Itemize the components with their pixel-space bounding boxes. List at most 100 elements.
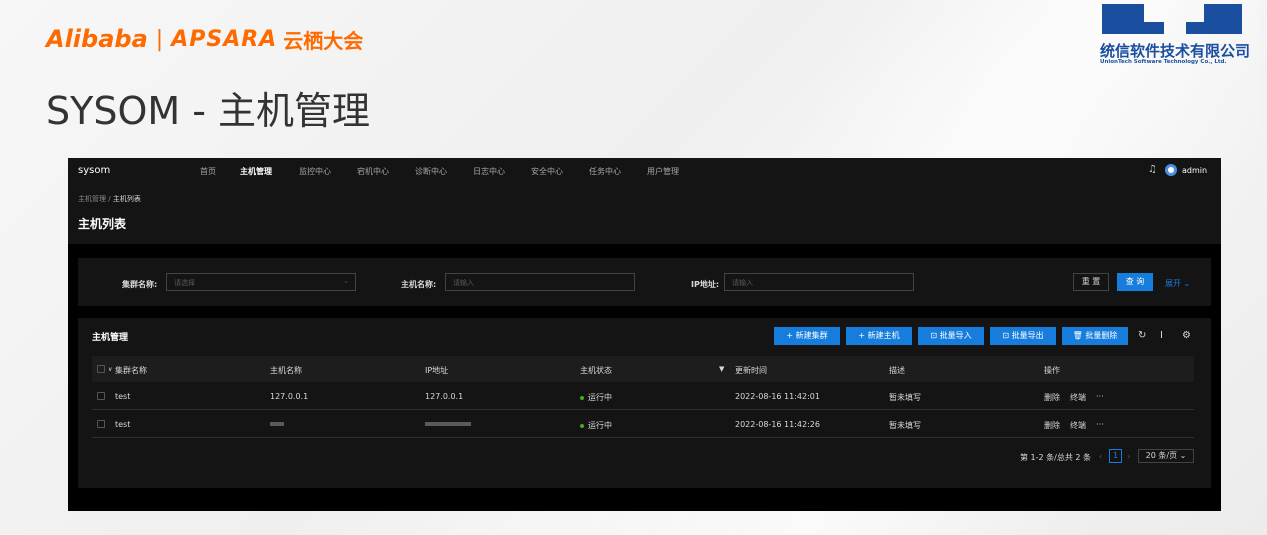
uniontech-name-en: UnionTech Software Technology Co., Ltd. — [1100, 59, 1227, 65]
status-dot — [580, 395, 584, 400]
apsara-wordmark: APSARA — [171, 26, 278, 52]
reset-button[interactable]: 重 置 — [1073, 273, 1109, 291]
breadcrumb-current: 主机列表 — [112, 195, 141, 203]
cell-cluster: test — [115, 420, 131, 429]
nav-item-users[interactable]: 用户管理 — [647, 166, 679, 177]
nav-item-tasks[interactable]: 任务中心 — [589, 166, 621, 177]
new-cluster-button[interactable]: + 新建集群 — [774, 327, 840, 345]
table-card-title: 主机管理 — [92, 333, 129, 343]
row-checkbox[interactable] — [97, 420, 105, 428]
expand-label: 展开 — [1165, 279, 1181, 288]
redacted-hostname — [270, 422, 284, 426]
nav-item-crash[interactable]: 宕机中心 — [357, 166, 389, 177]
select-all-checkbox[interactable] — [97, 365, 105, 373]
cluster-select[interactable]: 请选择 ⌄ — [166, 273, 356, 291]
batch-delete-button[interactable]: 🗑 批量删除 — [1062, 327, 1128, 345]
cell-updated: 2022-08-16 11:42:26 — [735, 420, 820, 429]
delete-link[interactable]: 删除 — [1044, 392, 1060, 403]
chevron-down-icon[interactable]: ∨ — [108, 366, 112, 373]
pagination-summary: 第 1-2 条/总共 2 条 — [1020, 453, 1092, 462]
uniontech-name-cn: 统信软件技术有限公司 — [1100, 42, 1251, 60]
prev-page-icon[interactable]: ‹ — [1099, 452, 1102, 461]
status-text: 运行中 — [588, 421, 612, 430]
nav-item-home[interactable]: 首页 — [200, 166, 216, 177]
settings-icon[interactable]: ⚙ — [1182, 330, 1191, 341]
top-navigation: sysom 首页 主机管理 监控中心 宕机中心 诊断中心 日志中心 安全中心 任… — [68, 158, 1221, 184]
slide-title: SYSOM - 主机管理 — [46, 89, 371, 133]
cluster-filter-label: 集群名称: — [122, 280, 158, 289]
ip-filter-label: IP地址: — [691, 280, 720, 289]
cell-updated: 2022-08-16 11:42:01 — [735, 392, 820, 401]
column-status: 主机状态 — [580, 366, 612, 375]
refresh-icon[interactable]: ↻ — [1138, 330, 1146, 341]
batch-import-button[interactable]: ⊡ 批量导入 — [918, 327, 984, 345]
filter-icon[interactable]: ▼ — [719, 365, 724, 373]
terminal-link[interactable]: 终端 — [1070, 420, 1086, 431]
alibaba-wordmark: Alibaba — [46, 25, 148, 53]
search-filter-card: 集群名称: 请选择 ⌄ 主机名称: 请输入 IP地址: 请输入 重 置 查 询 … — [78, 258, 1211, 306]
uniontech-logo-mark — [1102, 4, 1242, 34]
status-text: 运行中 — [588, 393, 612, 402]
terminal-link[interactable]: 终端 — [1070, 392, 1086, 403]
next-page-icon[interactable]: › — [1127, 452, 1130, 461]
table-header: ∨ 集群名称 主机名称 IP地址 主机状态 ▼ 更新时间 描述 操作 — [92, 356, 1194, 382]
nav-item-logs[interactable]: 日志中心 — [473, 166, 505, 177]
chevron-down-icon: ⌄ — [1183, 279, 1191, 288]
page-size-label: 20 条/页 — [1145, 451, 1178, 460]
more-link[interactable]: ··· — [1096, 392, 1104, 401]
page-title: 主机列表 — [78, 217, 127, 231]
table-row: test 127.0.0.1 127.0.0.1 运行中 2022-08-16 … — [92, 382, 1194, 410]
alibaba-apsara-logo: Alibaba | APSARA 云栖大会 — [46, 24, 363, 54]
density-icon[interactable]: Ⅰ — [1160, 330, 1163, 341]
cell-status: 运行中 — [580, 392, 612, 403]
redacted-ip — [425, 422, 471, 426]
hostname-input-placeholder: 请输入 — [453, 279, 474, 287]
cell-description: 暂未填写 — [889, 393, 921, 402]
batch-export-button[interactable]: ⊡ 批量导出 — [990, 327, 1056, 345]
page-size-select[interactable]: 20 条/页 ⌄ — [1138, 449, 1194, 463]
sysom-app-screenshot: sysom 首页 主机管理 监控中心 宕机中心 诊断中心 日志中心 安全中心 任… — [68, 158, 1221, 511]
column-cluster: 集群名称 — [115, 366, 147, 375]
bell-icon[interactable]: ♫ — [1148, 164, 1157, 175]
ip-input-placeholder: 请输入 — [732, 279, 753, 287]
breadcrumb: 主机管理 / 主机列表 — [78, 194, 141, 204]
cell-cluster: test — [115, 392, 131, 401]
expand-link[interactable]: 展开 ⌄ — [1165, 278, 1190, 289]
page-1-button[interactable]: 1 — [1109, 449, 1122, 463]
breadcrumb-separator: / — [108, 195, 111, 203]
username[interactable]: admin — [1182, 166, 1207, 175]
status-dot — [580, 423, 584, 428]
query-button[interactable]: 查 询 — [1117, 273, 1153, 291]
nav-item-monitor[interactable]: 监控中心 — [299, 166, 331, 177]
cell-description: 暂未填写 — [889, 421, 921, 430]
column-updated: 更新时间 — [735, 366, 767, 375]
nav-item-host-management[interactable]: 主机管理 — [240, 166, 272, 177]
breadcrumb-parent[interactable]: 主机管理 — [78, 195, 106, 203]
new-host-button[interactable]: + 新建主机 — [846, 327, 912, 345]
app-brand[interactable]: sysom — [78, 165, 110, 176]
chevron-down-icon: ⌄ — [343, 277, 349, 285]
avatar[interactable] — [1165, 164, 1177, 176]
cell-ip: 127.0.0.1 — [425, 392, 464, 401]
row-checkbox[interactable] — [97, 392, 105, 400]
yunqi-wordmark: 云栖大会 — [283, 28, 364, 53]
logo-separator: | — [155, 26, 164, 52]
host-table-card: 主机管理 + 新建集群 + 新建主机 ⊡ 批量导入 ⊡ 批量导出 🗑 批量删除 … — [78, 318, 1211, 488]
page-header: 主机管理 / 主机列表 主机列表 — [68, 184, 1221, 244]
uniontech-logo: 统信软件技术有限公司 UnionTech Software Technology… — [1100, 4, 1250, 66]
cell-status: 运行中 — [580, 420, 612, 431]
ip-input[interactable]: 请输入 — [724, 273, 914, 291]
nav-item-diagnosis[interactable]: 诊断中心 — [415, 166, 447, 177]
hostname-input[interactable]: 请输入 — [445, 273, 635, 291]
delete-link[interactable]: 删除 — [1044, 420, 1060, 431]
column-hostname: 主机名称 — [270, 366, 302, 375]
column-description: 描述 — [889, 366, 905, 375]
cluster-select-placeholder: 请选择 — [174, 279, 195, 287]
column-ip: IP地址 — [425, 366, 449, 375]
more-link[interactable]: ··· — [1096, 420, 1104, 429]
nav-item-security[interactable]: 安全中心 — [531, 166, 563, 177]
column-actions: 操作 — [1044, 366, 1060, 375]
chevron-down-icon: ⌄ — [1179, 451, 1187, 460]
cell-hostname: 127.0.0.1 — [270, 392, 309, 401]
hostname-filter-label: 主机名称: — [401, 280, 437, 289]
